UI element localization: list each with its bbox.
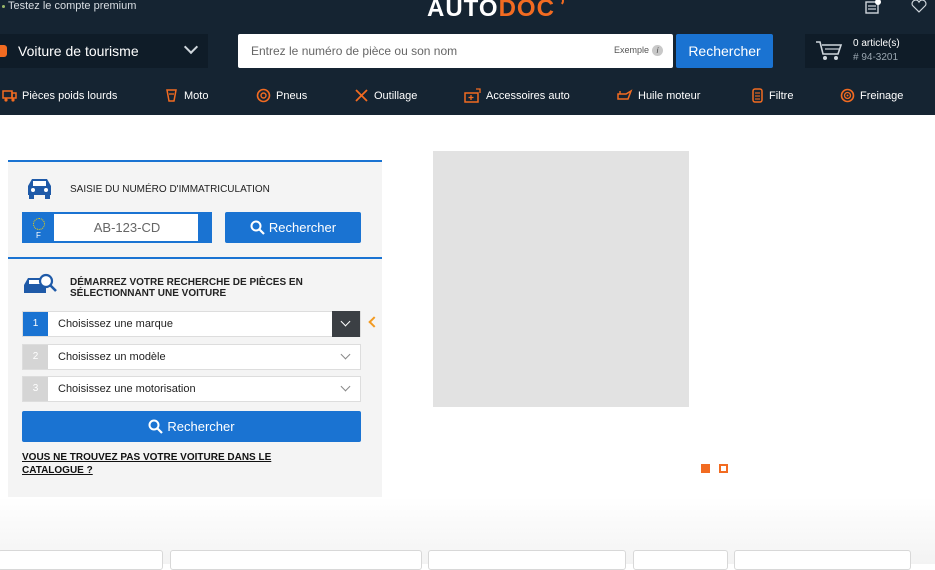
category-label: Accessoires auto [486,90,570,102]
search-box: Exemplei [238,34,673,68]
model-select[interactable]: 2 Choisissez un modèle [22,344,361,370]
step-number: 3 [23,377,48,401]
premium-link[interactable]: Testez le compte premium [2,0,136,14]
panel-divider [8,257,382,259]
category-pieces-poids-lourds[interactable]: Pièces poids lourds [2,86,117,106]
bottom-tab[interactable] [428,550,626,570]
category-outillage[interactable]: Outillage [354,86,417,106]
category-label: Moto [184,90,209,102]
not-found-link[interactable]: VOUS NE TROUVEZ PAS VOTRE VOITURE DANS L… [22,451,322,477]
chevron-down-icon [332,311,360,337]
vehicle-type-select[interactable]: Voiture de tourisme [0,34,208,68]
eu-flag-icon: F [24,214,54,241]
category-huile-moteur[interactable]: Huile moteur [616,86,700,106]
chevron-down-icon [183,39,199,55]
category-moto[interactable]: Moto [164,86,208,106]
promo-banner[interactable] [433,151,689,407]
premium-text: Testez le compte premium [8,0,137,12]
cart-number: # 94-3201 [853,52,899,63]
search-icon [148,419,164,434]
engine-select-label: Choisissez une motorisation [58,383,196,395]
plate-search-button[interactable]: Rechercher [225,212,361,243]
example-label: Exemple [613,45,649,55]
category-filtre[interactable]: Filtre [751,86,793,106]
search-button[interactable]: Rechercher [676,34,773,68]
chevron-down-icon [332,376,360,402]
example-hint[interactable]: Exemple i [614,45,663,56]
brand-select[interactable]: 1 Choisissez une marque [22,311,361,337]
engine-select[interactable]: 3 Choisissez une motorisation [22,376,361,402]
car-search-button[interactable]: Rechercher [22,411,361,442]
category-accessoires-auto[interactable]: Accessoires auto [464,86,570,106]
cart[interactable]: 0 article(s) # 94-3201 [805,34,935,68]
vehicle-type-label: Voiture de tourisme [18,43,139,59]
tools-icon [355,88,368,102]
carousel-dot-active[interactable] [701,464,710,473]
accessories-icon [464,87,481,103]
oil-can-icon [617,88,633,100]
category-label: Outillage [374,90,418,102]
cart-icon [816,41,843,60]
model-select-label: Choisissez un modèle [58,351,166,363]
heart-icon[interactable] [910,0,928,14]
car-search-button-label: Rechercher [167,419,235,434]
chevron-down-icon [332,344,360,370]
bottom-tab[interactable] [170,550,422,570]
step-number: 1 [23,312,48,336]
step-number: 2 [23,345,48,369]
category-label: Huile moteur [638,90,701,102]
bottom-tab[interactable] [0,550,163,570]
category-label: Pneus [276,90,308,102]
info-icon: i [652,45,663,56]
filter-icon [752,87,763,103]
license-plate-field: F [22,212,212,243]
plate-right-band [198,214,210,241]
plate-search-title: SAISIE DU NUMÉRO D'IMMATRICULATION [70,184,270,195]
car-search-title: DÉMARREZ VOTRE RECHERCHE DE PIÈCES EN SÉ… [70,277,303,299]
bottom-tab[interactable] [633,550,728,570]
license-plate-input[interactable] [54,214,200,241]
part-search-input[interactable] [238,34,598,68]
category-pneus[interactable]: Pneus [256,86,307,106]
truck-icon [2,89,17,102]
category-freinage[interactable]: Freinage [840,86,903,106]
category-label: Pièces poids lourds [22,90,118,102]
brand-select-label: Choisissez une marque [58,318,173,330]
cart-count: 0 article(s) [853,38,900,49]
tire-icon [256,88,271,102]
garage-icon[interactable] [864,0,882,14]
category-label: Filtre [769,90,794,102]
car-search-icon [24,273,57,293]
motorcycle-icon [166,88,177,102]
plate-search-button-label: Rechercher [268,220,337,235]
car-front-icon [28,179,51,199]
country-letter: F [36,231,41,240]
bullet-icon [2,4,5,8]
search-icon [250,220,265,235]
bottom-tab[interactable] [734,550,911,570]
brake-disc-icon [840,88,855,102]
car-icon [0,45,7,57]
category-label: Freinage [860,90,904,102]
carousel-dot[interactable] [719,464,728,473]
